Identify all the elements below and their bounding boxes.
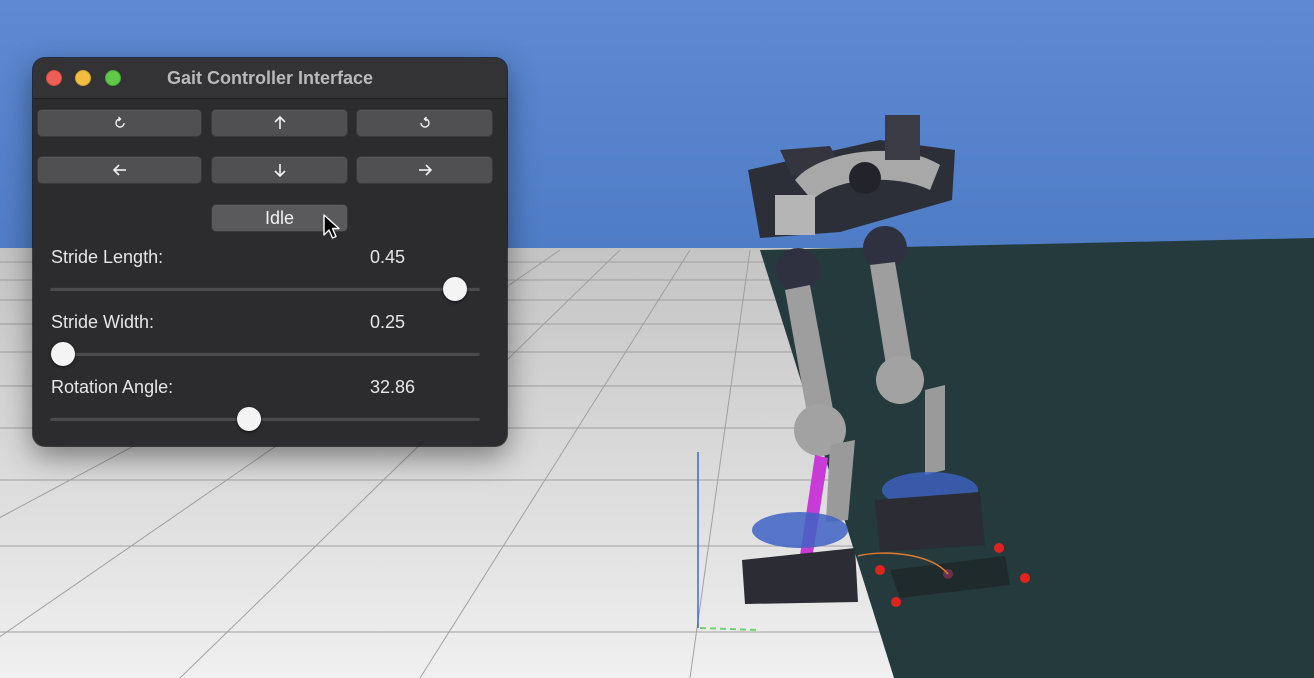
rotation-angle-slider-thumb[interactable] (236, 407, 261, 431)
window-title: Gait Controller Interface (166, 68, 374, 88)
stride-length-slider[interactable] (50, 287, 480, 291)
stride-width-label: Stride Width: (51, 312, 155, 332)
rotate-cw-icon (419, 116, 430, 128)
rotate-right-button[interactable] (356, 109, 493, 137)
mouse-pointer-icon (323, 214, 340, 239)
rotate-ccw-icon (114, 116, 125, 128)
stride-length-slider-thumb[interactable] (442, 277, 467, 301)
stride-width-slider-thumb[interactable] (51, 342, 75, 366)
arrow-left-icon (112, 164, 126, 176)
forward-button[interactable] (211, 109, 348, 137)
backward-button[interactable] (211, 156, 348, 184)
rotate-left-button[interactable] (37, 109, 202, 137)
right-button[interactable] (356, 156, 493, 184)
rotation-angle-value: 32.86 (370, 377, 416, 397)
arrow-right-icon (418, 164, 432, 176)
stride-width-value: 0.25 (370, 312, 406, 332)
arrow-up-icon (273, 115, 286, 129)
rotation-angle-slider[interactable] (50, 417, 480, 421)
stride-width-slider[interactable] (50, 352, 480, 356)
left-button[interactable] (37, 156, 202, 184)
stride-length-label: Stride Length: (51, 247, 164, 267)
arrow-down-icon (273, 164, 286, 178)
title-bar[interactable]: Gait Controller Interface (33, 58, 507, 99)
stride-length-value: 0.45 (370, 247, 406, 267)
rotation-angle-label: Rotation Angle: (51, 377, 174, 397)
gait-controller-window: Gait Controller Interface Idle Stride Le… (33, 58, 507, 446)
